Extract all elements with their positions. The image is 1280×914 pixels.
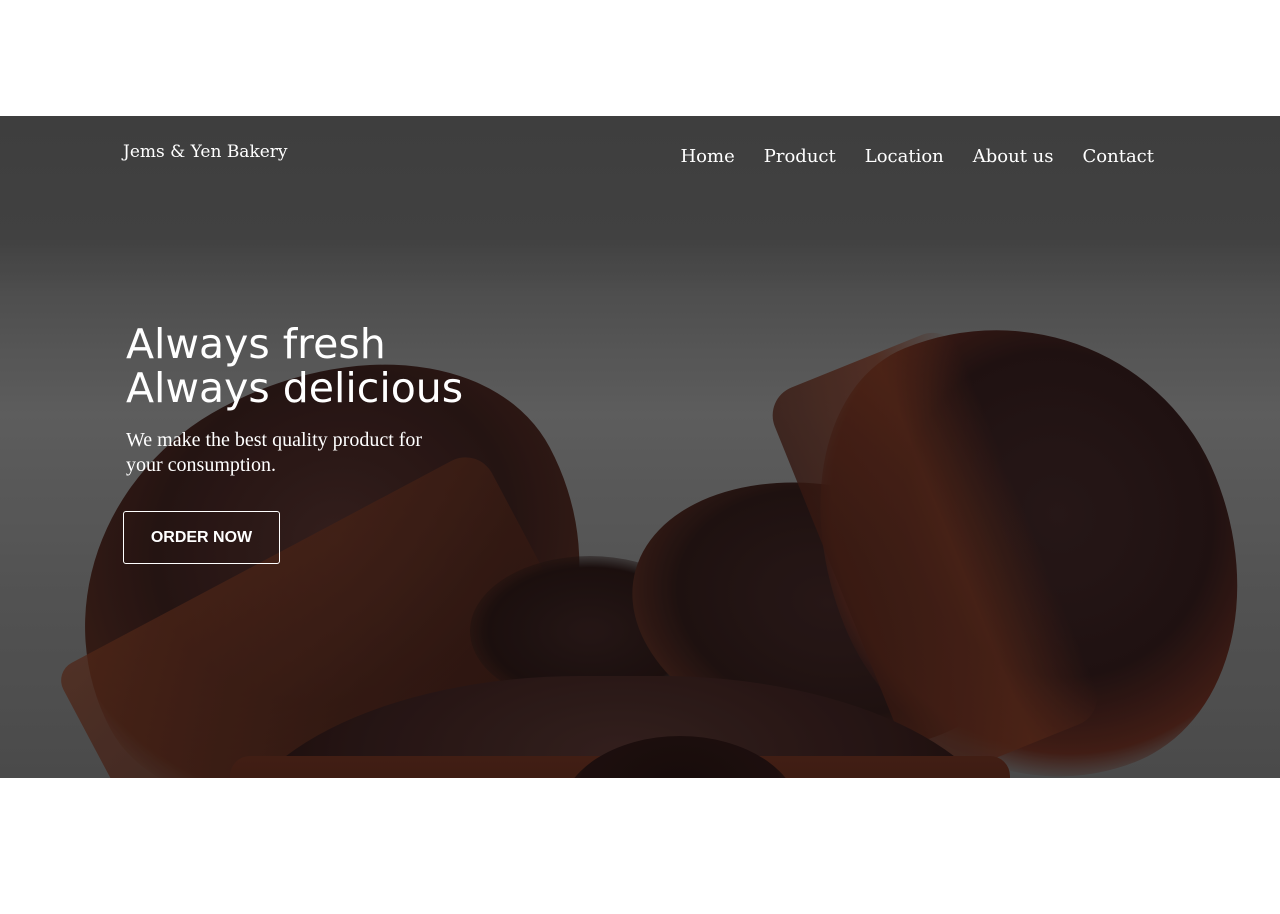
hero-subtext: We make the best quality product for you… <box>126 429 423 476</box>
nav-product[interactable]: Product <box>764 146 836 167</box>
nav-about-us[interactable]: About us <box>973 146 1054 167</box>
main-nav: Home Product Location About us Contact <box>651 146 1154 167</box>
nav-location[interactable]: Location <box>865 146 944 167</box>
order-now-button[interactable]: ORDER NOW <box>123 511 280 564</box>
nav-home[interactable]: Home <box>680 146 734 167</box>
brand-logo[interactable]: Jems & Yen Bakery <box>123 142 288 162</box>
hero-headline-line2: Always delicious <box>126 364 464 412</box>
hero-headline-line1: Always fresh <box>126 320 386 368</box>
hero-headline: Always fresh Always delicious <box>126 322 463 410</box>
nav-contact[interactable]: Contact <box>1083 146 1154 167</box>
